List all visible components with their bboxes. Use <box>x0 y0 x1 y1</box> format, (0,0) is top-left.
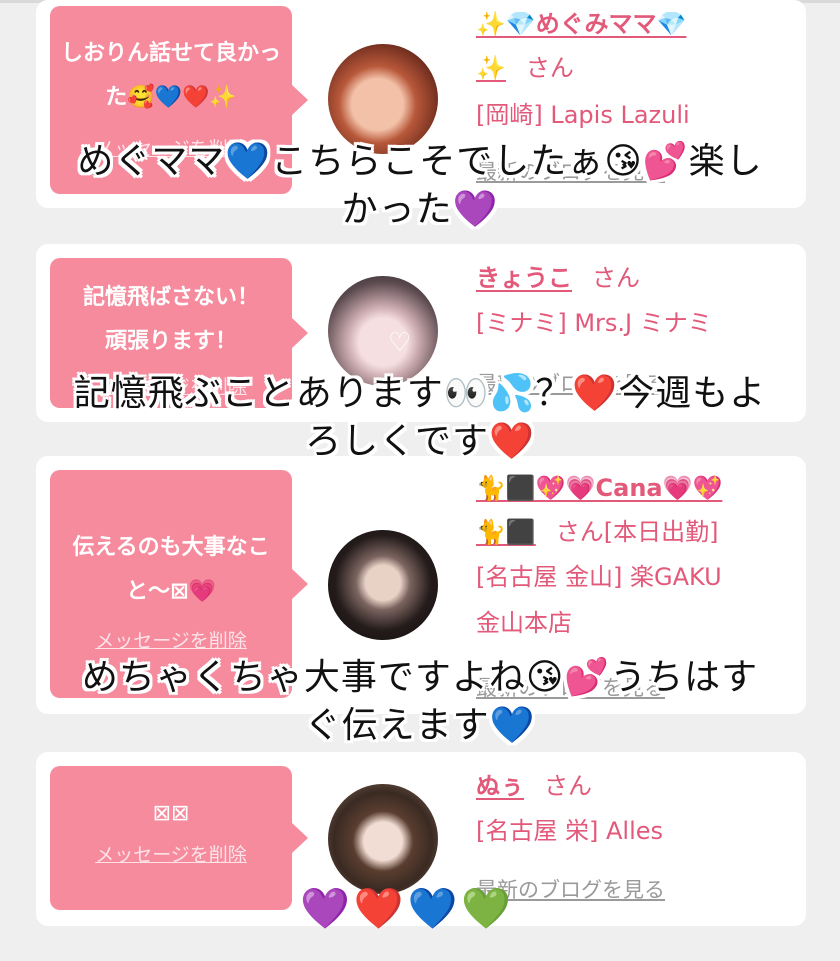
delete-message-link[interactable]: メッセージを削除 <box>95 626 247 653</box>
cast-name-link[interactable]: きょうこ <box>476 264 572 292</box>
delete-message-link[interactable]: メッセージを削除 <box>95 840 247 867</box>
cast-info: ✨💎めぐみママ💎 ✨ さん [岡崎] Lapis Lazuli <box>476 4 796 138</box>
reply-caption-line: めぐママ💙こちらこそでしたぁ😘💕楽し <box>77 141 763 182</box>
cast-name-line: ✨💎めぐみママ💎 <box>476 4 796 44</box>
san-suffix: さん <box>592 264 640 292</box>
message-text: しおりん話せて良かった🥰💙❤️✨ <box>60 41 281 110</box>
reply-caption-line: めちゃくちゃ大事ですよね😘💕うちはす <box>81 657 759 698</box>
avatar[interactable] <box>328 530 438 640</box>
cast-name-line: 🐈⬛💖💗Cana💗💖 <box>476 468 796 508</box>
shop-name-line-2: 金山本店 <box>476 609 572 637</box>
avatar[interactable] <box>328 784 438 894</box>
reply-caption-line: ぐ伝えます💙 <box>304 705 536 746</box>
message-text: 伝えるのも大事なこと〜⊠💗 <box>72 535 270 604</box>
shop-name: [岡崎] Lapis Lazuli <box>476 101 690 129</box>
cast-name-link[interactable]: ✨💎めぐみママ💎 <box>476 10 686 38</box>
san-suffix: さん <box>525 54 574 82</box>
san-suffix: さん <box>544 772 592 800</box>
message-text: ⊠⊠ <box>152 801 190 826</box>
cast-name-line-2: ✨ さん <box>476 48 796 88</box>
cast-info: 🐈⬛💖💗Cana💗💖 🐈⬛ さん[本日出勤] [名古屋 金山] 楽GAKU 金山本… <box>476 468 796 646</box>
shop-name: [名古屋 栄] Alles <box>476 817 664 845</box>
cast-info: ぬぅ さん [名古屋 栄] Alles <box>476 766 796 854</box>
reply-caption-3: めちゃくちゃ大事ですよね😘💕うちはす ぐ伝えます💙 <box>0 654 840 750</box>
cast-name-line: ぬぅ さん <box>476 766 796 806</box>
reply-caption-line: 記憶飛ぶことあります👀💦？❤️今週もよ <box>73 373 767 414</box>
cast-name-line-2: 🐈⬛ さん[本日出勤] <box>476 512 796 552</box>
cast-info: きょうこ さん [ミナミ] Mrs.J ミナミ <box>476 258 796 346</box>
cast-name-link-tail[interactable]: 🐈⬛ <box>476 518 536 546</box>
cast-name-link[interactable]: 🐈⬛💖💗Cana💗💖 <box>476 474 722 502</box>
shop-name: [ミナミ] Mrs.J ミナミ <box>476 309 712 337</box>
cast-name-link[interactable]: ぬぅ <box>476 772 524 800</box>
reply-caption-line: かった💜 <box>341 189 499 230</box>
shop-name: [名古屋 金山] 楽GAKU <box>476 563 722 591</box>
cast-name-link-tail[interactable]: ✨ <box>476 54 506 82</box>
message-text: 記憶飛ばさない！頑張ります！ <box>82 285 259 354</box>
heart-sticker-icon: ♡ <box>388 328 412 358</box>
san-suffix: さん[本日出勤] <box>555 518 719 546</box>
reply-caption-1: めぐママ💙こちらこそでしたぁ😘💕楽し かった💜 <box>0 138 840 234</box>
reply-caption-line: ろしくです❤️ <box>305 421 535 462</box>
reply-caption-2: 記憶飛ぶことあります👀💦？❤️今週もよ ろしくです❤️ <box>0 370 840 466</box>
message-bubble: ⊠⊠ メッセージを削除 <box>50 766 308 910</box>
cast-name-line: きょうこ さん <box>476 258 796 298</box>
hearts-row: 💜❤️💙💚 <box>300 886 516 932</box>
